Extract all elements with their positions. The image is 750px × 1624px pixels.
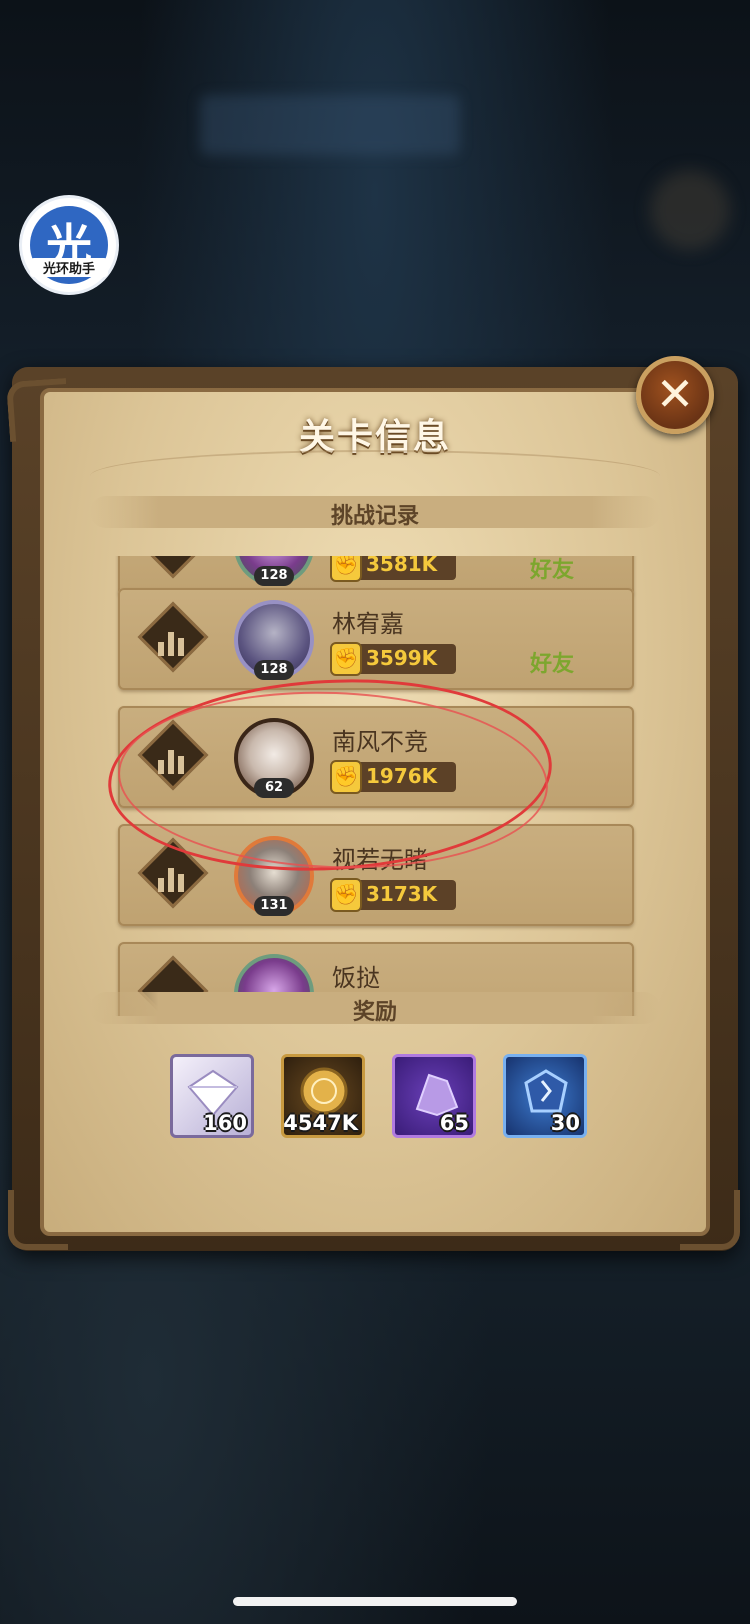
reward-item[interactable]: 65 bbox=[392, 1054, 476, 1138]
rewards-section-title: 奖励 bbox=[352, 1000, 397, 1025]
power-bar: ✊ 3581K bbox=[330, 556, 456, 582]
watermark-label: 光环助手 bbox=[30, 258, 108, 277]
fist-icon: ✊ bbox=[330, 642, 362, 676]
record-row[interactable]: 128 林宥嘉 ✊ 3599K 好友 bbox=[118, 588, 634, 690]
reward-item[interactable]: 30 bbox=[503, 1054, 587, 1138]
friend-tag: 好友 bbox=[530, 652, 575, 677]
level-badge: 131 bbox=[254, 896, 294, 916]
power-value: 3173K bbox=[366, 882, 438, 906]
reward-quantity: 4547K bbox=[283, 1111, 358, 1135]
reward-quantity: 30 bbox=[550, 1111, 580, 1135]
power-value: 3599K bbox=[366, 646, 438, 670]
background-blur-avatar bbox=[650, 170, 730, 250]
power-value: 3581K bbox=[366, 556, 438, 576]
reward-quantity: 160 bbox=[203, 1111, 247, 1135]
friend-tag: 好友 bbox=[530, 558, 575, 583]
power-bar: ✊ 3173K bbox=[330, 878, 456, 912]
frame-corner-ornament bbox=[8, 1190, 68, 1250]
records-section-title: 挑战记录 bbox=[330, 504, 419, 529]
rank-badge bbox=[137, 556, 209, 579]
frame-corner-ornament bbox=[680, 1190, 740, 1250]
power-bar: ✊ 3599K bbox=[330, 642, 456, 676]
reward-item[interactable]: 4547K bbox=[281, 1054, 365, 1138]
stats-icon bbox=[154, 620, 194, 656]
reward-item[interactable]: 160 bbox=[170, 1054, 254, 1138]
fist-icon: ✊ bbox=[330, 878, 362, 912]
stats-icon bbox=[154, 856, 194, 892]
background-blur-banner bbox=[200, 95, 460, 155]
level-badge: 128 bbox=[254, 566, 294, 586]
reward-quantity: 65 bbox=[439, 1111, 469, 1135]
decorative-swirl bbox=[90, 450, 660, 502]
fist-icon: ✊ bbox=[330, 556, 362, 582]
level-badge: 128 bbox=[254, 660, 294, 680]
home-indicator[interactable] bbox=[233, 1597, 517, 1606]
player-name: 林宥嘉 bbox=[332, 610, 404, 638]
player-name: 饭挞 bbox=[332, 964, 380, 992]
watermark-logo: 光 光环助手 bbox=[22, 198, 116, 292]
